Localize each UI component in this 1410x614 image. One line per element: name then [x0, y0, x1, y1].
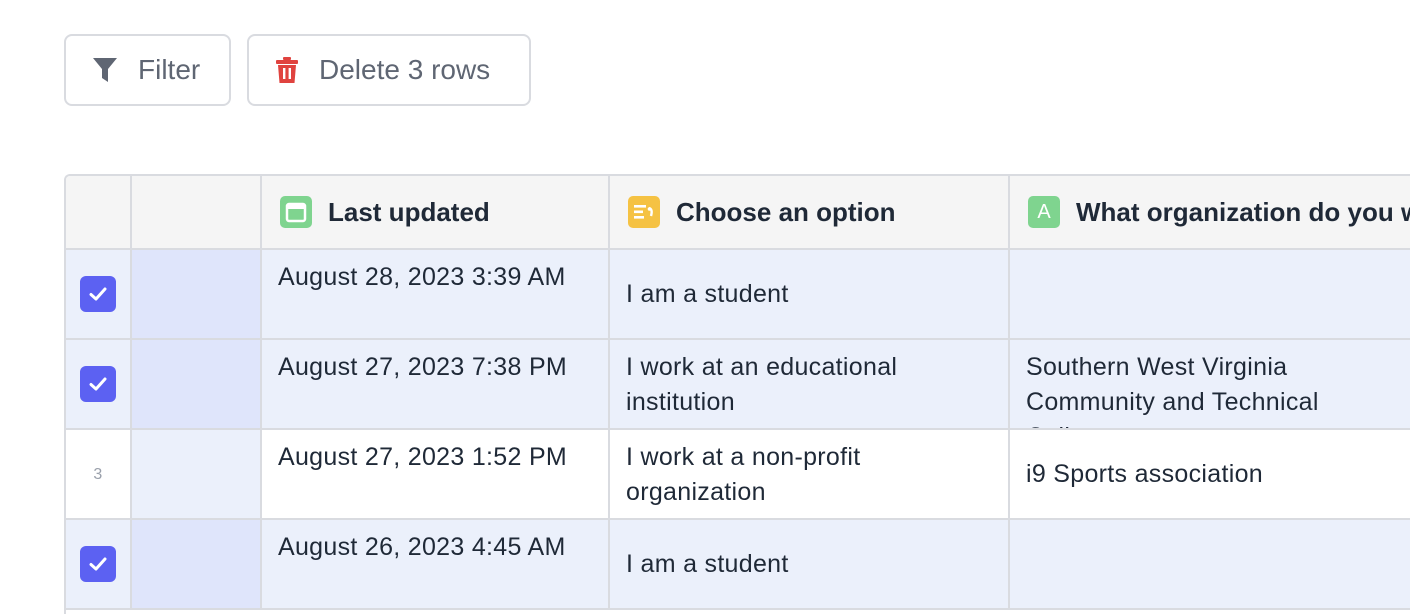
check-icon [89, 557, 107, 571]
cell-organization[interactable]: Southern West Virginia Community and Tec… [1010, 340, 1410, 430]
cell-option[interactable]: I am a student [610, 520, 1010, 610]
row-checkbox-checked[interactable] [80, 276, 116, 312]
filter-icon [92, 56, 118, 84]
row-select-cell[interactable] [66, 250, 132, 340]
row-select-cell[interactable] [66, 340, 132, 430]
table-row[interactable]: August 26, 2023 4:45 AM I am a student [66, 520, 1410, 610]
cell-last-updated[interactable]: August 26, 2023 4:45 AM [262, 520, 610, 610]
delete-rows-button[interactable]: Delete 3 rows [247, 34, 531, 106]
filter-button[interactable]: Filter [64, 34, 231, 106]
calendar-icon [280, 196, 312, 228]
table-row[interactable]: 3 August 27, 2023 1:52 PM I work at a no… [66, 430, 1410, 520]
cell-option[interactable]: I am a student [610, 250, 1010, 340]
row-actions-cell[interactable] [132, 340, 262, 430]
cell-last-updated[interactable]: August 28, 2023 3:39 AM [262, 250, 610, 340]
cell-organization[interactable] [1010, 520, 1410, 610]
cell-option-text: I am a student [626, 279, 789, 308]
cell-last-updated[interactable]: August 27, 2023 1:52 PM [262, 430, 610, 520]
row-actions-cell[interactable] [132, 520, 262, 610]
header-row-actions [132, 176, 262, 250]
column-label: What organization do you w [1076, 196, 1410, 227]
cell-option[interactable]: I work at an educational institution [610, 340, 1010, 430]
column-header-last-updated[interactable]: Last updated [262, 176, 610, 250]
cell-organization[interactable] [1010, 250, 1410, 340]
row-number: 3 [93, 465, 103, 483]
column-header-choose-option[interactable]: Choose an option [610, 176, 1010, 250]
delete-rows-label: Delete 3 rows [319, 54, 491, 85]
grid-header: Last updated Choose an option A What org… [66, 176, 1410, 250]
row-actions-cell[interactable] [132, 430, 262, 520]
row-checkbox-checked[interactable] [80, 366, 116, 402]
table-row[interactable]: August 28, 2023 3:39 AM I am a student [66, 250, 1410, 340]
cell-option-text: I am a student [626, 549, 789, 578]
column-label: Choose an option [676, 196, 896, 227]
cell-organization-text: i9 Sports association [1026, 459, 1263, 488]
column-label: Last updated [328, 196, 490, 227]
toolbar: Filter Delete 3 rows [64, 34, 531, 106]
header-select-all[interactable] [66, 176, 132, 250]
check-icon [89, 377, 107, 391]
row-select-cell[interactable]: 3 [66, 430, 132, 520]
table-row[interactable]: August 27, 2023 7:38 PM I work at an edu… [66, 340, 1410, 430]
cell-option[interactable]: I work at a non-profit organization [610, 430, 1010, 520]
column-header-organization[interactable]: A What organization do you w [1010, 176, 1410, 250]
single-select-icon [628, 196, 660, 228]
row-checkbox-checked[interactable] [80, 546, 116, 582]
row-select-cell[interactable] [66, 520, 132, 610]
filter-label: Filter [138, 54, 201, 85]
check-icon [89, 287, 107, 301]
data-grid: Last updated Choose an option A What org… [64, 174, 1410, 614]
cell-organization[interactable]: i9 Sports association [1010, 430, 1410, 520]
trash-icon [275, 56, 299, 84]
cell-last-updated[interactable]: August 27, 2023 7:38 PM [262, 340, 610, 430]
text-field-icon: A [1028, 196, 1060, 228]
row-actions-cell[interactable] [132, 250, 262, 340]
